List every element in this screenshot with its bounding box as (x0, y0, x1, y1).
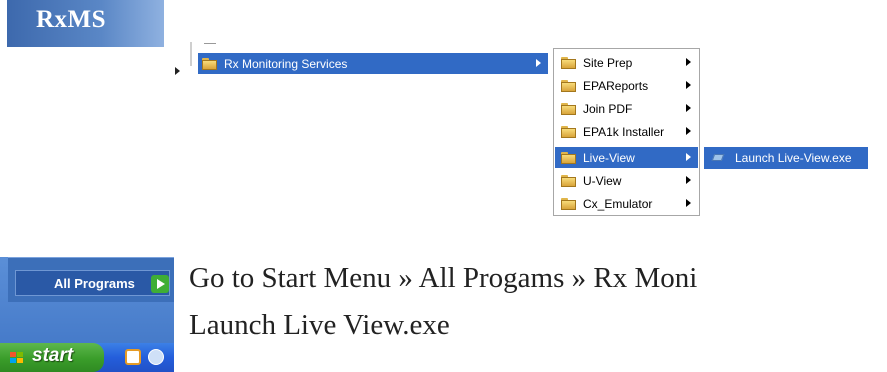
all-programs-label: All Programs (54, 276, 135, 291)
folder-icon (561, 56, 576, 69)
submenu-arrow-icon (686, 199, 691, 207)
windows-flag-icon (10, 352, 23, 363)
menu-item-label: Site Prep (583, 55, 633, 70)
folder-icon (561, 125, 576, 138)
menu-item-label: Launch Live-View.exe (735, 150, 852, 165)
live-view-submenu: Launch Live-View.exe (704, 147, 868, 169)
menu-item-label: EPA1k Installer (583, 124, 665, 139)
network-tray-icon[interactable] (148, 349, 164, 365)
programs-menu: Rx Monitoring Services (198, 53, 548, 74)
menu-item-label: Join PDF (583, 101, 633, 116)
start-label: start (32, 345, 74, 366)
submenu-arrow-icon (686, 58, 691, 66)
menu-item-cx-emulator[interactable]: Cx_Emulator (555, 193, 698, 214)
folder-icon (561, 79, 576, 92)
menu-item-join-pdf[interactable]: Join PDF (555, 98, 698, 119)
menu-item-label: U-View (583, 173, 622, 188)
submenu-arrow-icon (686, 81, 691, 89)
menu-item-rx-monitoring-services[interactable]: Rx Monitoring Services (198, 53, 548, 74)
menu-item-site-prep[interactable]: Site Prep (555, 52, 698, 73)
submenu-arrow-icon (686, 104, 691, 112)
folder-icon (561, 102, 576, 115)
folder-icon (561, 197, 576, 210)
rx-monitoring-submenu: Site Prep EPAReports Join PDF EPA1k Inst… (553, 48, 700, 216)
submenu-arrow-icon (686, 153, 691, 161)
menu-item-label: EPAReports (583, 78, 649, 93)
menu-separator-tick (204, 43, 216, 44)
submenu-arrow-icon (686, 127, 691, 135)
folder-icon (561, 174, 576, 187)
menu-item-launch-live-view[interactable]: Launch Live-View.exe (704, 147, 868, 168)
folder-icon (561, 151, 576, 164)
menu-item-epa1k-installer[interactable]: EPA1k Installer (555, 121, 698, 142)
instruction-line-2: Launch Live View.exe (189, 309, 450, 341)
menu-arrow-icon (175, 67, 180, 75)
folder-icon (202, 57, 217, 70)
clock-tray-icon[interactable] (125, 349, 141, 365)
instruction-line-1: Go to Start Menu » All Progams » Rx Moni (189, 262, 698, 294)
menu-item-u-view[interactable]: U-View (555, 170, 698, 191)
logo-text: RxMS (36, 6, 107, 33)
menu-item-epareports[interactable]: EPAReports (555, 75, 698, 96)
menu-item-label: Cx_Emulator (583, 196, 653, 211)
menu-separator (190, 42, 192, 66)
green-arrow-icon[interactable] (151, 275, 169, 293)
menu-item-label: Live-View (583, 150, 635, 165)
submenu-arrow-icon (536, 59, 541, 67)
menu-item-live-view[interactable]: Live-View (555, 147, 698, 168)
exe-icon (712, 152, 724, 163)
menu-item-label: Rx Monitoring Services (224, 56, 348, 71)
submenu-arrow-icon (686, 176, 691, 184)
